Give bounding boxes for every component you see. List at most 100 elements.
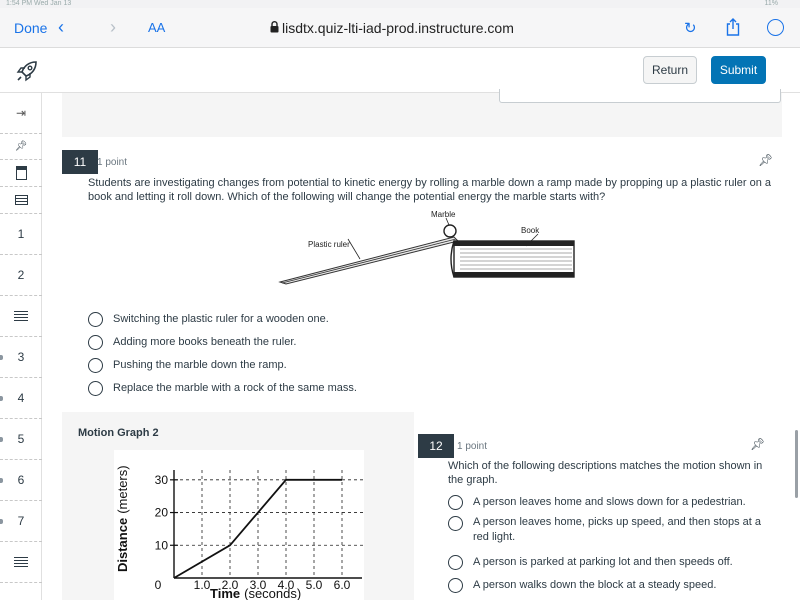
compass-icon[interactable]	[767, 19, 784, 36]
answer-option-label: A person walks down the block at a stead…	[473, 579, 717, 591]
pin-nav-button[interactable]: 📌︎	[0, 134, 42, 160]
quiz-header: Return Submit	[0, 48, 800, 93]
answer-option[interactable]: Pushing the marble down the ramp.	[88, 356, 287, 374]
return-button[interactable]: Return	[643, 56, 697, 84]
ramp-diagram: Marble Book Plastic ruler	[278, 210, 575, 285]
flag-dot	[0, 437, 3, 442]
nav-item-label: 4	[17, 391, 25, 405]
nav-item-label: 6	[17, 473, 25, 487]
answer-option-label: A person is parked at parking lot and th…	[473, 556, 733, 568]
ruler-label: Plastic ruler	[308, 240, 350, 249]
question-number: 12	[418, 434, 454, 458]
pin-question-icon[interactable]: 📌︎	[750, 437, 765, 451]
nav-item-label: 3	[17, 350, 25, 364]
radio-button[interactable]	[88, 334, 103, 350]
pin-question-icon[interactable]: 📌︎	[758, 153, 773, 167]
flag-dot	[0, 478, 3, 483]
page-icon	[15, 166, 27, 180]
done-button[interactable]: Done	[14, 20, 47, 36]
answer-option-label: Adding more books beneath the ruler.	[113, 336, 297, 348]
answer-option[interactable]: A person leaves home, picks up speed, an…	[448, 515, 768, 545]
submit-button[interactable]: Submit	[711, 56, 766, 84]
answer-option-label: A person leaves home, picks up speed, an…	[473, 516, 762, 543]
x-tick-label: 1.0	[194, 578, 211, 592]
answer-option[interactable]: Replace the marble with a rock of the sa…	[88, 379, 357, 397]
status-time: 1:54 PM Wed Jan 13	[6, 0, 72, 7]
answer-option-label: Switching the plastic ruler for a wooden…	[113, 313, 329, 325]
question-number: 11	[62, 150, 98, 174]
radio-button[interactable]	[448, 554, 463, 570]
nav-item-text-block[interactable]	[0, 542, 42, 583]
answer-option-label: Pushing the marble down the ramp.	[113, 359, 287, 371]
question-text: Students are investigating changes from …	[88, 177, 771, 203]
radio-button[interactable]	[448, 516, 463, 531]
list-nav-button[interactable]	[0, 187, 42, 214]
y-axis-label-bold: Distance	[115, 518, 130, 572]
nav-item-question[interactable]: 7	[0, 501, 42, 542]
x-axis-label-unit: (seconds)	[244, 586, 301, 600]
answer-option-label: A person leaves home and slows down for …	[473, 496, 746, 508]
lock-icon	[270, 21, 279, 33]
quiz-content: 11 1 point 📌︎ Students are investigating…	[42, 89, 800, 600]
stimulus-panel: Motion Graph 2 0 1.0 2.0 3.0 4.0 5.0 6.0 10 20 30…	[62, 412, 414, 600]
collapse-arrow-icon: ⇥	[15, 106, 27, 120]
question-card: 11 1 point 📌︎ Students are investigating…	[62, 137, 782, 412]
nav-item-label: 7	[17, 514, 25, 528]
question-points: 1 point	[97, 157, 128, 168]
stimulus-title: Motion Graph 2	[78, 427, 159, 439]
radio-button[interactable]	[88, 311, 103, 327]
radio-button[interactable]	[88, 357, 103, 373]
x-tick-label: 0	[155, 578, 162, 592]
status-bar: 1:54 PM Wed Jan 13 11%	[0, 0, 800, 8]
status-battery: 11%	[764, 0, 779, 7]
y-tick-label: 30	[155, 473, 169, 487]
nav-item-label: 5	[17, 432, 25, 446]
y-tick-label: 10	[155, 538, 169, 552]
text-size-button[interactable]: AA	[148, 20, 165, 35]
nav-item-label: 1	[17, 227, 25, 241]
address-bar[interactable]: lisdtx.quiz-lti-iad-prod.instructure.com	[282, 20, 514, 36]
nav-item-label: 2	[17, 268, 25, 282]
rocket-icon	[16, 61, 37, 82]
radio-button[interactable]	[448, 494, 463, 510]
answer-option[interactable]: A person leaves home and slows down for …	[448, 493, 768, 511]
question-points: 1 point	[457, 441, 488, 452]
nav-item-question[interactable]: 3	[0, 337, 42, 378]
answer-option[interactable]: A person is parked at parking lot and th…	[448, 553, 768, 571]
nav-item-question[interactable]: 4	[0, 378, 42, 419]
answer-option[interactable]: A person walks down the block at a stead…	[448, 576, 768, 594]
answer-option[interactable]: Switching the plastic ruler for a wooden…	[88, 310, 329, 328]
flag-dot	[0, 355, 3, 360]
answer-option[interactable]: Adding more books beneath the ruler.	[88, 333, 296, 351]
back-icon[interactable]: ‹	[58, 17, 64, 38]
nav-item-question[interactable]: 2	[0, 255, 42, 296]
radio-button[interactable]	[448, 577, 463, 593]
marble-label: Marble	[431, 210, 456, 219]
page-nav-button[interactable]	[0, 160, 42, 187]
x-axis-label-bold: Time	[210, 586, 240, 600]
book-label: Book	[521, 226, 540, 235]
y-tick-label: 20	[155, 506, 169, 520]
nav-item-text-block[interactable]	[0, 296, 42, 337]
motion-graph-chart: 0 1.0 2.0 3.0 4.0 5.0 6.0102030 Distance(meter…	[114, 450, 364, 600]
nav-item-question[interactable]: 6	[0, 460, 42, 501]
reload-icon[interactable]: ↻	[684, 19, 697, 37]
lines-icon	[14, 311, 28, 321]
previous-answer-field[interactable]	[499, 89, 781, 103]
y-axis-label-unit: (meters)	[115, 465, 130, 513]
share-icon[interactable]	[726, 18, 740, 36]
previous-question-card	[62, 89, 782, 137]
collapse-nav-button[interactable]: ⇥	[0, 93, 42, 134]
nav-item-question[interactable]: 1	[0, 214, 42, 255]
question-card: 12 1 point 📌︎ Which of the following des…	[414, 412, 782, 600]
radio-button[interactable]	[88, 380, 103, 396]
scrollbar-thumb[interactable]	[795, 430, 798, 498]
question-text: Which of the following descriptions matc…	[448, 460, 763, 486]
lines-icon	[14, 557, 28, 567]
answer-option-label: Replace the marble with a rock of the sa…	[113, 382, 357, 394]
nav-item-question[interactable]: 5	[0, 419, 42, 460]
list-icon	[14, 195, 28, 205]
forward-icon[interactable]: ›	[110, 17, 116, 38]
x-axis-label: Time (seconds)	[210, 586, 301, 600]
flag-dot	[0, 396, 3, 401]
